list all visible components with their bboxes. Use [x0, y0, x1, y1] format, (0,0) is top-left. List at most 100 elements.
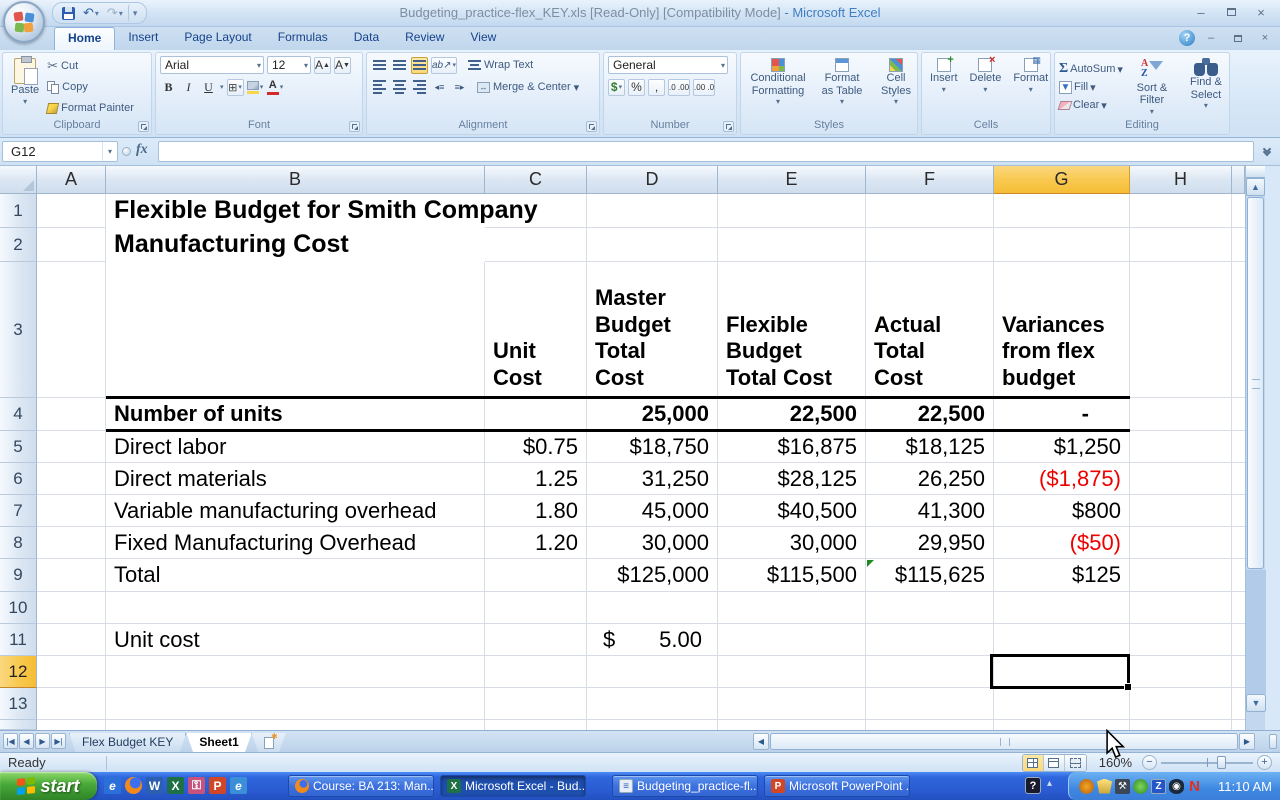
- cell-E12[interactable]: [718, 656, 866, 688]
- cell-C5[interactable]: $0.75: [485, 431, 587, 463]
- cell-partial[interactable]: [485, 720, 587, 730]
- cell-G4[interactable]: -: [994, 398, 1130, 431]
- cell-H6[interactable]: [1130, 463, 1232, 495]
- namebox-split-handle[interactable]: [122, 147, 131, 156]
- antivirus-tray-icon[interactable]: N: [1187, 779, 1202, 794]
- cell-C7[interactable]: 1.80: [485, 495, 587, 527]
- shrink-font-button[interactable]: A▼: [334, 57, 351, 74]
- cell-H13[interactable]: [1130, 688, 1232, 720]
- scroll-track[interactable]: [1246, 570, 1266, 694]
- bottom-align-button[interactable]: [411, 57, 428, 74]
- last-sheet-button[interactable]: ▶|: [51, 733, 66, 749]
- percent-style-button[interactable]: %: [628, 79, 645, 96]
- cell-F6[interactable]: 26,250: [866, 463, 994, 495]
- increase-decimal-button[interactable]: .0 .00: [668, 79, 690, 96]
- cell-F7[interactable]: 41,300: [866, 495, 994, 527]
- alignment-dialog-launcher[interactable]: [586, 121, 597, 132]
- cell-G10[interactable]: [994, 592, 1130, 624]
- cell-F5[interactable]: $18,125: [866, 431, 994, 463]
- row-header-7[interactable]: 7: [0, 495, 37, 527]
- align-right-button[interactable]: [411, 79, 428, 96]
- cell-partial[interactable]: [994, 720, 1130, 730]
- cell-A9[interactable]: [37, 559, 106, 592]
- font-color-button[interactable]: A▾: [267, 79, 284, 96]
- row-header-4[interactable]: 4: [0, 398, 37, 431]
- row-header-partial[interactable]: [0, 720, 37, 730]
- row-header-3[interactable]: 3: [0, 262, 37, 398]
- row-header-6[interactable]: 6: [0, 463, 37, 495]
- underline-button[interactable]: U: [200, 79, 217, 96]
- cell-F13[interactable]: [866, 688, 994, 720]
- cell-C4[interactable]: [485, 398, 587, 431]
- clipboard-dialog-launcher[interactable]: [138, 121, 149, 132]
- row-header-12[interactable]: 12: [0, 656, 37, 688]
- taskbar-button-document[interactable]: ≡ Budgeting_practice-fl...: [612, 775, 758, 797]
- middle-align-button[interactable]: [391, 57, 408, 74]
- cell-A5[interactable]: [37, 431, 106, 463]
- cell-A2[interactable]: [37, 228, 106, 262]
- cell-B10[interactable]: [106, 592, 485, 624]
- cell-E4[interactable]: 22,500: [718, 398, 866, 431]
- cell-partial[interactable]: [718, 720, 866, 730]
- column-header-C[interactable]: C: [485, 166, 587, 194]
- column-header-E[interactable]: E: [718, 166, 866, 194]
- workbook-restore-button[interactable]: [1227, 31, 1249, 45]
- cell-partial[interactable]: [106, 720, 485, 730]
- cell-H3[interactable]: [1130, 262, 1232, 398]
- cell-D3[interactable]: Master Budget Total Cost: [587, 262, 718, 398]
- restore-button[interactable]: [1218, 4, 1244, 20]
- cell-B7[interactable]: Variable manufacturing overhead: [106, 495, 485, 527]
- scroll-down-button[interactable]: ▼: [1246, 694, 1266, 712]
- cell-D4[interactable]: 25,000: [587, 398, 718, 431]
- cell-H2[interactable]: [1130, 228, 1232, 262]
- cell-F9[interactable]: $115,625: [866, 559, 994, 592]
- expand-formula-bar-button[interactable]: [1258, 144, 1276, 159]
- number-dialog-launcher[interactable]: [723, 121, 734, 132]
- find-select-button[interactable]: Find & Select▾: [1181, 56, 1231, 118]
- cell-G11[interactable]: [994, 624, 1130, 656]
- fill-button[interactable]: ▼Fill▾: [1059, 79, 1123, 95]
- column-header-G[interactable]: G: [994, 166, 1130, 194]
- show-hidden-icons-button[interactable]: ▴: [1047, 778, 1052, 789]
- cell-G9[interactable]: $125: [994, 559, 1130, 592]
- vertical-scrollbar[interactable]: ▲ ▼: [1245, 166, 1265, 730]
- accounting-format-button[interactable]: $▾: [608, 79, 625, 96]
- vertical-scroll-thumb[interactable]: [1247, 197, 1264, 569]
- cell-D10[interactable]: [587, 592, 718, 624]
- orientation-button[interactable]: ab↗▾: [431, 57, 457, 74]
- formula-input[interactable]: [158, 141, 1254, 162]
- cell-C11[interactable]: [485, 624, 587, 656]
- zotero-tray-icon[interactable]: Z: [1151, 779, 1166, 794]
- cell-C12[interactable]: [485, 656, 587, 688]
- internet-explorer-icon[interactable]: e: [104, 777, 121, 794]
- cell-B4[interactable]: Number of units: [106, 398, 485, 431]
- cell-H7[interactable]: [1130, 495, 1232, 527]
- chevron-down-icon[interactable]: ▾: [102, 142, 117, 161]
- zoom-slider-handle[interactable]: [1217, 756, 1226, 769]
- cell-C8[interactable]: 1.20: [485, 527, 587, 559]
- cell-B1[interactable]: Flexible Budget for Smith Company: [106, 194, 485, 228]
- cell-E13[interactable]: [718, 688, 866, 720]
- language-indicator[interactable]: ?: [1025, 777, 1041, 794]
- name-box[interactable]: G12 ▾: [2, 141, 118, 162]
- copy-button[interactable]: Copy: [47, 78, 134, 96]
- cell-G2[interactable]: [994, 228, 1130, 262]
- font-size-combo[interactable]: 12▾: [267, 56, 311, 74]
- cell-C6[interactable]: 1.25: [485, 463, 587, 495]
- sheet-tab-flex-budget-key[interactable]: Flex Budget KEY: [69, 733, 186, 753]
- cell-C2[interactable]: [485, 228, 587, 262]
- tab-review[interactable]: Review: [392, 27, 457, 50]
- paste-button[interactable]: Paste▾: [7, 56, 43, 118]
- cell-H1[interactable]: [1130, 194, 1232, 228]
- row-header-1[interactable]: 1: [0, 194, 37, 228]
- update-tray-icon[interactable]: [1079, 779, 1094, 794]
- excel-icon[interactable]: X: [167, 777, 184, 794]
- office-button[interactable]: [3, 1, 45, 43]
- cell-B6[interactable]: Direct materials: [106, 463, 485, 495]
- row-header-2[interactable]: 2: [0, 228, 37, 262]
- tab-formulas[interactable]: Formulas: [265, 27, 341, 50]
- cell-G13[interactable]: [994, 688, 1130, 720]
- fill-color-button[interactable]: ▾: [247, 79, 264, 96]
- cell-E11[interactable]: [718, 624, 866, 656]
- bold-button[interactable]: B: [160, 79, 177, 96]
